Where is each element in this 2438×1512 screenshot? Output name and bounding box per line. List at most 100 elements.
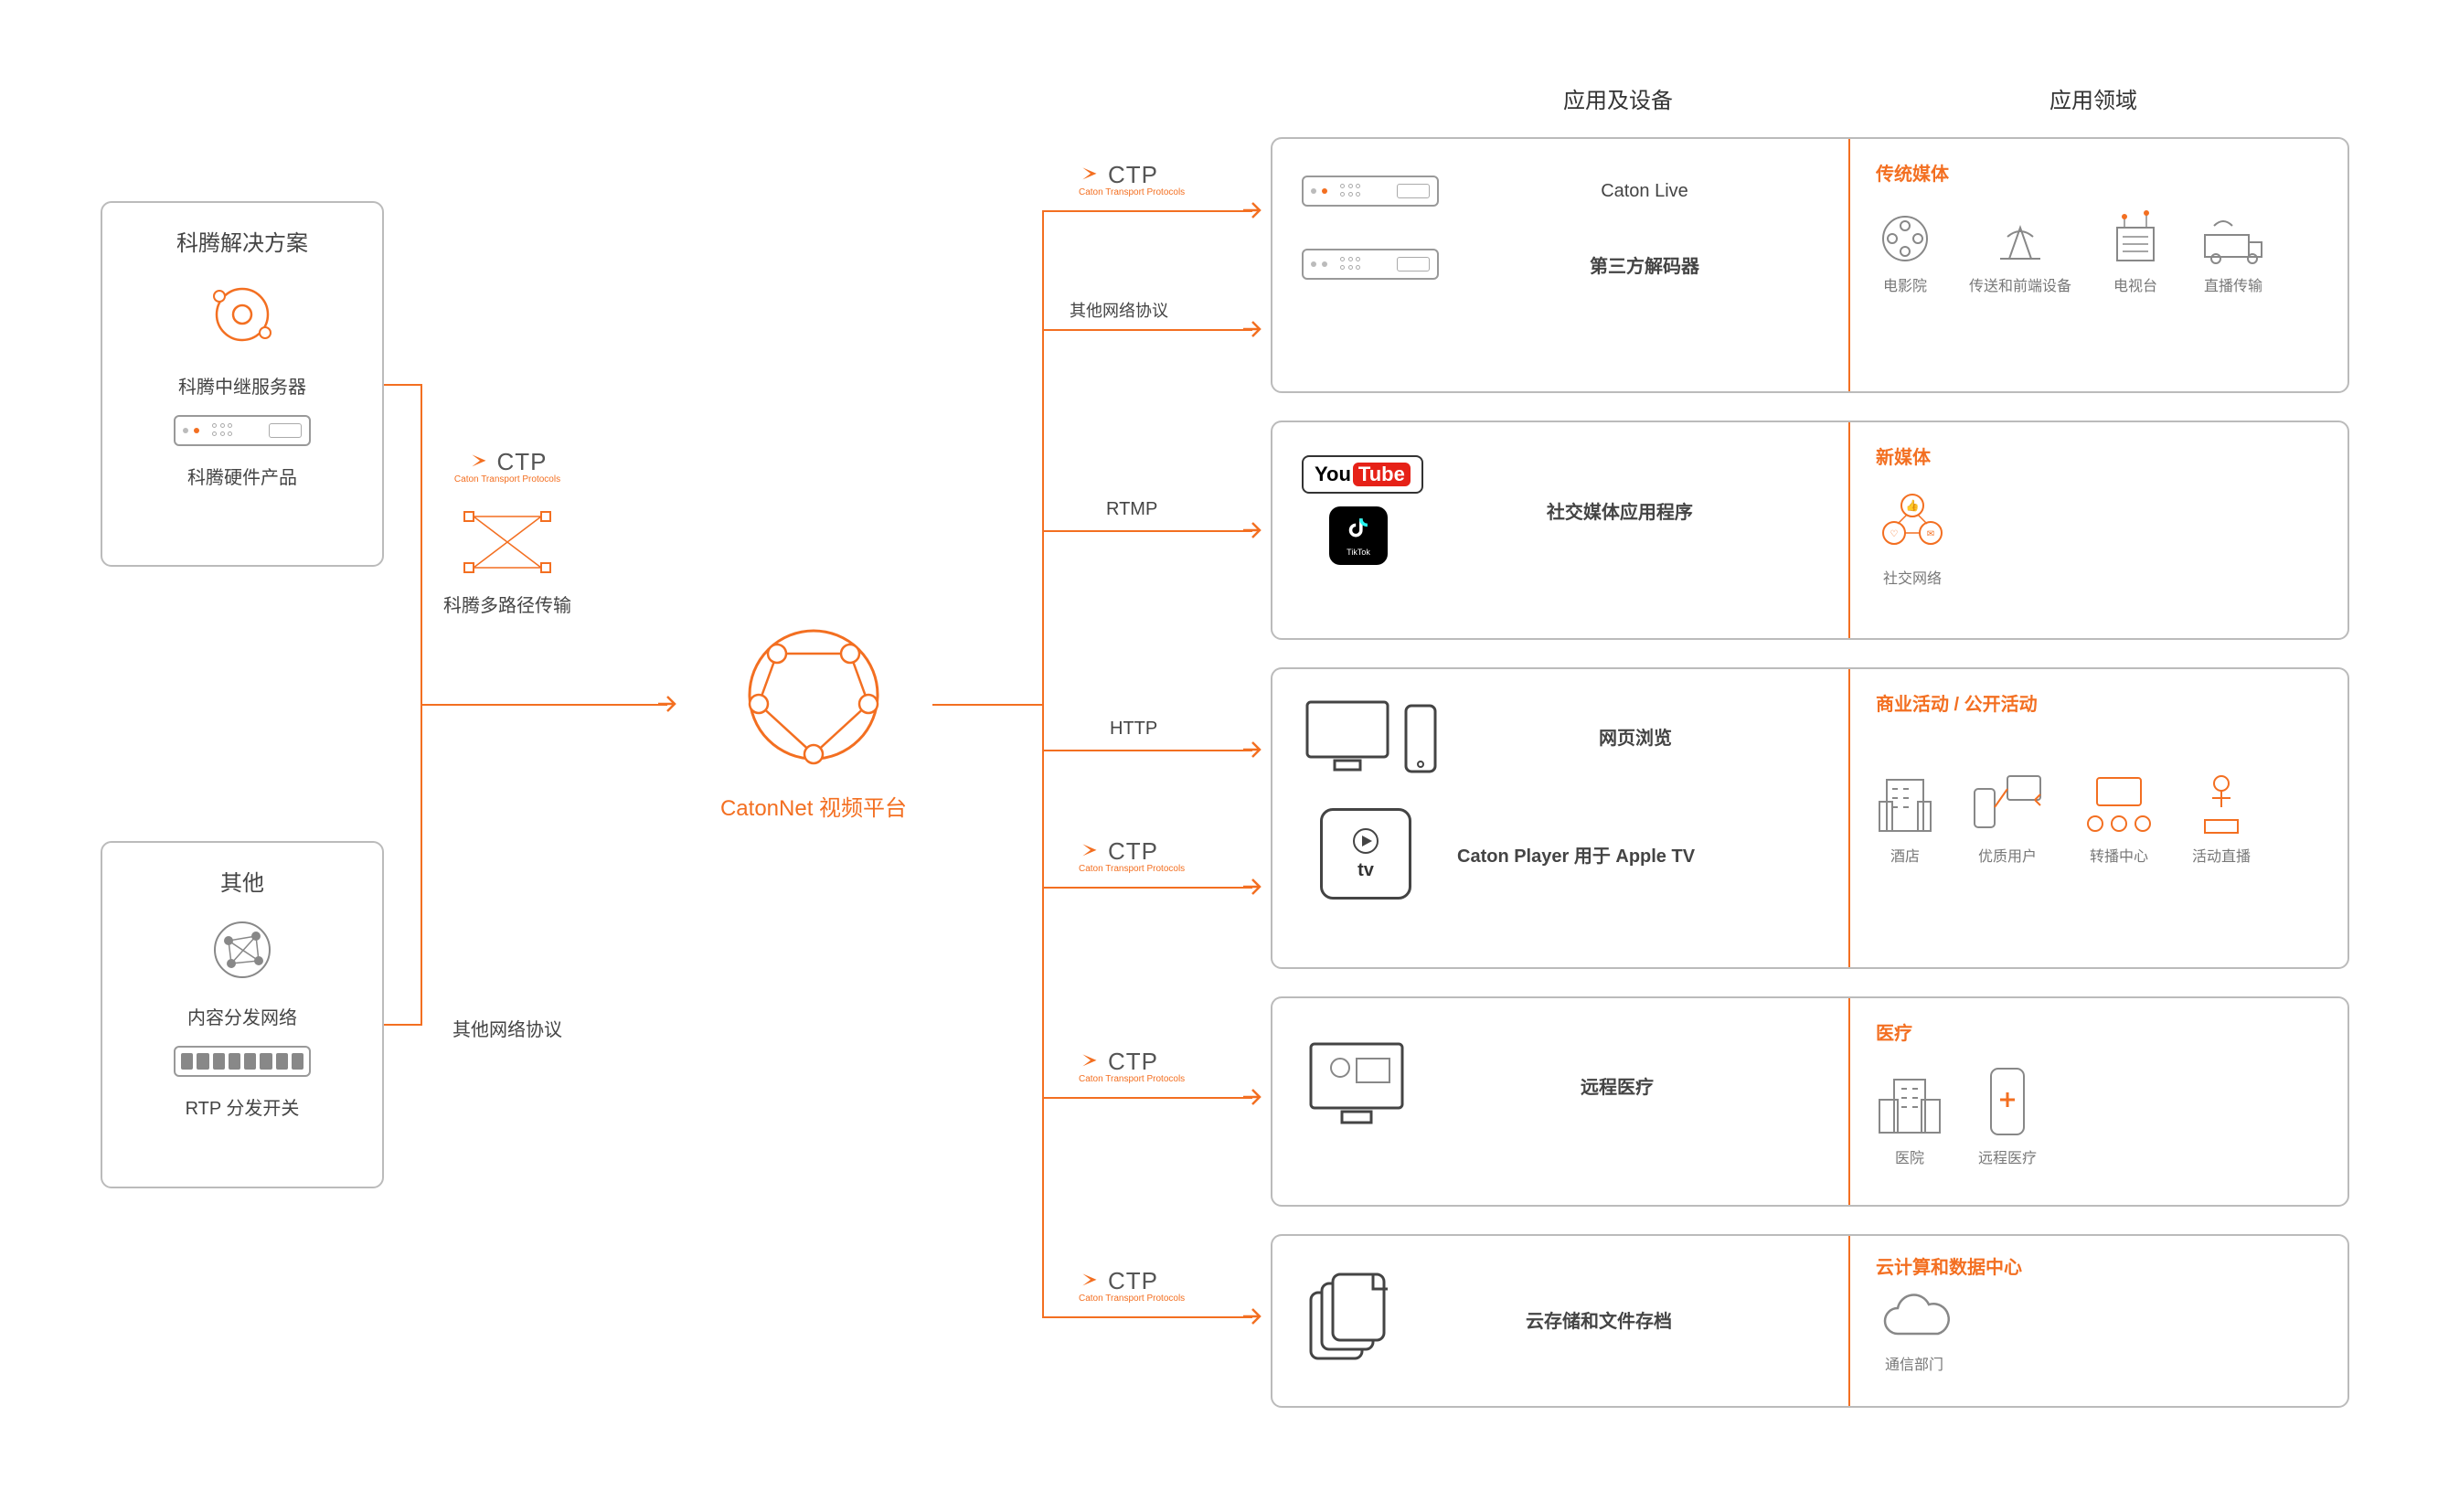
rtp-switch-icon [174, 1046, 311, 1077]
arrow-into-platform [658, 693, 678, 715]
mid-ctp-block: CTP Caton Transport Protocols 科腾多路径传输 [430, 448, 585, 617]
arr-1a [1243, 199, 1263, 221]
br6-ctpsub: Caton Transport Protocols [1079, 1294, 1185, 1304]
col-header-apps: 应用及设备 [1499, 82, 1737, 114]
p1-i2: 传送和前端设备 [1969, 273, 2071, 295]
p5-app: 云存储和文件存档 [1448, 1306, 1750, 1333]
box1-title: 科腾解决方案 [176, 225, 308, 257]
p1-app2: 第三方解码器 [1494, 251, 1795, 278]
arr-5 [1243, 1086, 1263, 1108]
br1a-label: CTP Caton Transport Protocols [1079, 161, 1185, 197]
br5 [1042, 1097, 1252, 1099]
multipath-icon [457, 501, 558, 583]
arr-3 [1243, 739, 1263, 761]
seg-l4 [421, 704, 667, 706]
multipath-label: 科腾多路径传输 [443, 591, 571, 617]
svg-text:♡: ♡ [1890, 529, 1899, 539]
p1-domain-title: 传统媒体 [1876, 159, 2267, 186]
p5-domain-title: 云计算和数据中心 [1876, 1252, 2022, 1279]
p3-i2: 优质用户 [1978, 844, 2037, 866]
br5-label: CTP Caton Transport Protocols [1079, 1048, 1185, 1084]
telemedicine-phone-icon: 远程医疗 [1978, 1063, 2037, 1167]
panel-cloud: 云存储和文件存档 云计算和数据中心 通信部门 [1271, 1234, 2349, 1408]
br1a-ctpsub: Caton Transport Protocols [1079, 187, 1185, 197]
panel-medical: 远程医疗 医疗 医院 远程医疗 [1271, 996, 2349, 1207]
br1a-ctp: CTP [1108, 161, 1158, 189]
p3-i4: 活动直播 [2192, 844, 2251, 866]
p3-i1: 酒店 [1890, 844, 1920, 866]
seg-r-spine [1042, 210, 1044, 1316]
seg-l1 [384, 384, 421, 386]
event-live-icon: 活动直播 [2192, 771, 2251, 866]
tiktok-logo: TikTok [1329, 506, 1388, 565]
box2-title: 其他 [220, 865, 264, 897]
br6-ctp: CTP [1108, 1267, 1158, 1295]
p5-i1: 通信部门 [1885, 1352, 1943, 1374]
hardware-device-icon [174, 415, 311, 446]
live-truck-icon: 直播传输 [2199, 209, 2267, 295]
br4-ctpsub: Caton Transport Protocols [1079, 864, 1185, 874]
p4-app: 远程医疗 [1466, 1072, 1768, 1099]
p3-i3: 转播中心 [2090, 844, 2148, 866]
transmission-icon: 传送和前端设备 [1969, 209, 2071, 295]
arr-2 [1243, 519, 1263, 541]
seg-l3 [384, 1024, 422, 1026]
relay-server-icon [201, 273, 283, 356]
br2 [1042, 530, 1252, 532]
platform-label: CatonNet 视频平台 [720, 790, 907, 822]
premium-user-icon: 优质用户 [1969, 771, 2046, 866]
platform-icon [731, 612, 896, 777]
panel-new-media: You Tube TikTok 社交媒体应用程序 新媒体 👍♡✉ 社交网络 [1271, 421, 2349, 640]
arr-6 [1243, 1305, 1263, 1327]
col-header-domains: 应用领域 [1975, 82, 2212, 114]
files-icon [1302, 1269, 1393, 1369]
box-other-sources: 其他 内容分发网络 RTP 分发开关 [101, 841, 384, 1188]
arr-1b [1243, 318, 1263, 340]
ctp-text: CTP [497, 448, 548, 476]
p3-domain-title: 商业活动 / 公开活动 [1876, 689, 2251, 716]
broadcast-center-icon: 转播中心 [2081, 771, 2157, 866]
svg-text:✉: ✉ [1927, 529, 1934, 539]
br1a [1042, 210, 1252, 212]
platform-block: CatonNet 视频平台 [695, 612, 932, 822]
br2-label: RTMP [1106, 499, 1157, 520]
panel-traditional-media: Caton Live 第三方解码器 传统媒体 电影院 传送和前端设备 电视台 [1271, 137, 2349, 393]
p4-i2: 远程医疗 [1978, 1145, 2037, 1167]
thirdparty-decoder-icon [1302, 249, 1439, 280]
mid-other-protocol: 其他网络协议 [430, 1015, 585, 1041]
p2-app: 社交媒体应用程序 [1469, 497, 1771, 524]
box1-item2: 科腾硬件产品 [187, 463, 297, 489]
tv-station-icon: 电视台 [2106, 209, 2165, 295]
p4-i1: 医院 [1895, 1145, 1924, 1167]
ctp-logo: CTP [468, 448, 548, 476]
br1b [1042, 329, 1252, 331]
hotel-icon: 酒店 [1876, 771, 1934, 866]
p2-i1: 社交网络 [1883, 566, 1942, 588]
p1-i1: 电影院 [1883, 273, 1927, 295]
hospital-icon: 医院 [1876, 1072, 1943, 1167]
ctp-subtext: Caton Transport Protocols [454, 474, 560, 484]
cdn-icon [206, 913, 279, 986]
box2-item1: 内容分发网络 [187, 1003, 297, 1029]
p1-app1: Caton Live [1494, 181, 1795, 202]
p2-domain-title: 新媒体 [1876, 442, 1949, 469]
br4-label: CTP Caton Transport Protocols [1079, 837, 1185, 874]
svg-text:👍: 👍 [1906, 499, 1920, 512]
social-network-icon: 👍 ♡ ✉ 社交网络 [1876, 487, 1949, 588]
cloud-icon: 通信部门 [1876, 1292, 1953, 1374]
p4-domain-title: 医疗 [1876, 1018, 2037, 1045]
web-browse-icons [1302, 697, 1439, 775]
box-caton-solutions: 科腾解决方案 科腾中继服务器 科腾硬件产品 [101, 201, 384, 567]
p1-i4: 直播传输 [2204, 273, 2262, 295]
youtube-tube: Tube [1353, 463, 1411, 486]
br6-label: CTP Caton Transport Protocols [1079, 1267, 1185, 1304]
panel-business-public: 网页浏览 tv Caton Player 用于 Apple TV 商业活动 / … [1271, 667, 2349, 969]
caton-live-device-icon [1302, 176, 1439, 207]
arr-4 [1243, 876, 1263, 898]
br5-ctpsub: Caton Transport Protocols [1079, 1074, 1185, 1084]
p3-app1: 网页浏览 [1485, 723, 1786, 750]
br4 [1042, 887, 1252, 889]
box2-item2: RTP 分发开关 [186, 1093, 300, 1120]
br5-ctp: CTP [1108, 1048, 1158, 1076]
apple-tv-icon: tv [1320, 808, 1411, 900]
